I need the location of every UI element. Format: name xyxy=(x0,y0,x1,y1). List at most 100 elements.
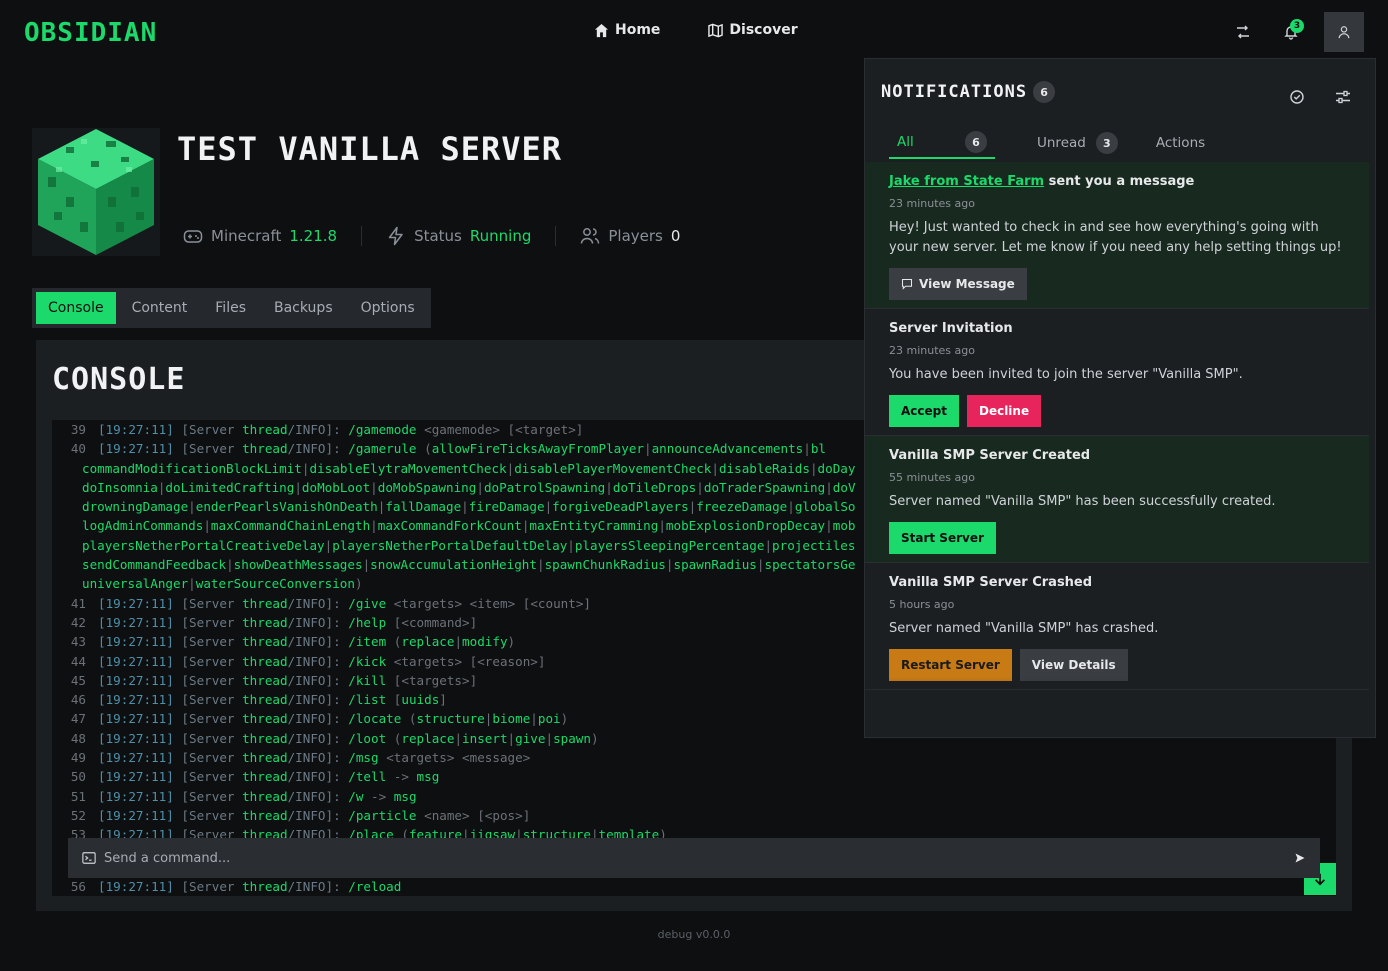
nav-discover-label: Discover xyxy=(729,22,798,38)
console-title: CONSOLE xyxy=(52,362,186,397)
tab-content[interactable]: Content xyxy=(120,292,200,324)
console-arg: biome xyxy=(492,711,531,727)
console-arg: replace xyxy=(401,730,455,746)
console-arg: pos xyxy=(492,807,516,823)
sender-link[interactable]: Jake from State Farm xyxy=(889,174,1044,189)
nav-discover[interactable]: Discover xyxy=(708,22,798,38)
decline-button[interactable]: Decline xyxy=(966,395,1042,427)
notif-tab-unread[interactable]: Unread 3 xyxy=(1029,131,1126,159)
log-info-tag: /INFO]: xyxy=(287,441,349,457)
log-server-tag: [Server xyxy=(173,614,243,630)
log-thread-tag: thread xyxy=(242,788,288,804)
log-command: /gamerule xyxy=(348,441,417,457)
notifications-header: NOTIFICATIONS 6 xyxy=(881,81,1056,103)
notif-tab-actions[interactable]: Actions xyxy=(1148,131,1213,159)
notification-title: Vanilla SMP Server Created xyxy=(889,448,1091,463)
log-command: /gamemode xyxy=(348,422,417,437)
nav-home-label: Home xyxy=(615,22,661,38)
tab-console[interactable]: Console xyxy=(36,292,116,324)
notif-tab-all[interactable]: All 6 xyxy=(889,131,995,159)
grass-block-icon xyxy=(38,129,154,255)
log-server-tag: [Server xyxy=(173,769,243,785)
view-details-button[interactable]: View Details xyxy=(1019,649,1128,681)
tab-options[interactable]: Options xyxy=(349,292,427,324)
log-timestamp: [19:27:11] xyxy=(98,672,174,688)
console-arg: | xyxy=(567,537,575,553)
console-line: 56 [19:27:11] [Server thread/INFO]: /relo… xyxy=(52,877,1336,896)
log-info-tag: /INFO]: xyxy=(287,879,349,894)
notifications-tabs: All 6 Unread 3 Actions xyxy=(889,131,1213,159)
tab-backups[interactable]: Backups xyxy=(262,292,345,324)
console-arg: | xyxy=(809,460,818,476)
sliders-icon[interactable] xyxy=(1335,89,1351,105)
nav-home[interactable]: Home xyxy=(594,22,660,38)
notification-title: Jake from State Farm sent you a message xyxy=(889,174,1345,189)
notifications-button[interactable]: 3 xyxy=(1276,17,1306,47)
log-command: /tell xyxy=(348,769,387,785)
console-punct xyxy=(417,808,425,823)
console-arg: | xyxy=(825,479,833,495)
notification-buttons: View Message xyxy=(889,268,1345,308)
log-thread-tag: thread xyxy=(242,441,288,457)
console-arg: globalSo xyxy=(794,499,856,515)
accept-button[interactable]: Accept xyxy=(889,395,959,427)
console-punct xyxy=(386,615,394,630)
user-menu-button[interactable] xyxy=(1324,12,1364,52)
log-server-tag: [Server xyxy=(173,730,243,746)
start-server-button[interactable]: Start Server xyxy=(889,522,996,554)
console-arg: | xyxy=(536,557,545,573)
log-server-tag: [Server xyxy=(173,422,243,437)
console-line: 49 [19:27:11] [Server thread/INFO]: /msg … xyxy=(52,748,1336,767)
restart-server-button[interactable]: Restart Server xyxy=(889,649,1012,681)
notification-body: Server named "Vanilla SMP" has crashed. xyxy=(889,621,1159,636)
console-punct xyxy=(454,750,462,765)
console-arg: targets xyxy=(408,672,463,688)
console-punct: ) xyxy=(590,730,599,746)
console-arg: | xyxy=(370,479,378,495)
notification-time: 5 hours ago xyxy=(889,598,955,611)
console-punct: | xyxy=(803,441,811,457)
log-thread-tag: thread xyxy=(242,692,288,708)
app-logo[interactable]: OBSIDIAN xyxy=(24,18,157,48)
switch-button[interactable] xyxy=(1228,17,1258,47)
console-arg: doMobLoot xyxy=(301,479,371,495)
log-server-tag: [Server xyxy=(173,788,243,804)
console-line: 50 [19:27:11] [Server thread/INFO]: /tell… xyxy=(52,767,1336,786)
console-arg: msg xyxy=(416,769,440,785)
log-timestamp: [19:27:11] xyxy=(98,750,174,766)
command-input[interactable] xyxy=(104,850,1286,866)
console-arg: doMobSpawning xyxy=(377,479,477,495)
tab-files[interactable]: Files xyxy=(203,292,258,324)
command-input-bar xyxy=(68,838,1320,878)
stat-players: Players 0 xyxy=(555,226,704,246)
log-timestamp: [19:27:11] xyxy=(98,422,174,437)
console-punct: < xyxy=(424,422,432,437)
console-arg: sendCommandFeedback xyxy=(82,557,227,573)
console-punct: ( xyxy=(408,711,417,727)
log-thread-tag: thread xyxy=(242,711,288,727)
log-thread-tag: thread xyxy=(242,653,288,669)
log-thread-tag: thread xyxy=(242,422,288,437)
console-arg: mob xyxy=(832,518,856,534)
log-timestamp: [19:27:11] xyxy=(98,653,174,669)
notification-item: Server Invitation 23 minutes ago You hav… xyxy=(865,309,1369,436)
notification-item: Jake from State Farm sent you a message … xyxy=(865,162,1369,309)
stat-status: Status Running xyxy=(361,226,555,246)
check-circle-icon[interactable] xyxy=(1289,89,1305,105)
notification-buttons: Accept Decline xyxy=(889,395,1345,435)
log-info-tag: /INFO]: xyxy=(287,422,349,437)
console-punct xyxy=(409,769,417,784)
console-punct: ) xyxy=(560,711,569,727)
log-server-tag: [Server xyxy=(173,692,243,708)
log-server-tag: [Server xyxy=(173,807,243,823)
send-icon[interactable] xyxy=(1294,852,1306,864)
log-thread-tag: thread xyxy=(242,807,288,823)
arrows-switch-icon xyxy=(1237,25,1249,39)
view-message-button[interactable]: View Message xyxy=(889,268,1027,300)
notification-buttons: Restart Server View Details xyxy=(889,649,1345,689)
notifications-actions xyxy=(1289,89,1351,105)
log-command: /locate xyxy=(348,711,402,727)
footer-version: debug v0.0.0 xyxy=(657,928,731,941)
console-punct: ) xyxy=(507,634,516,650)
console-arg: | xyxy=(203,518,211,534)
